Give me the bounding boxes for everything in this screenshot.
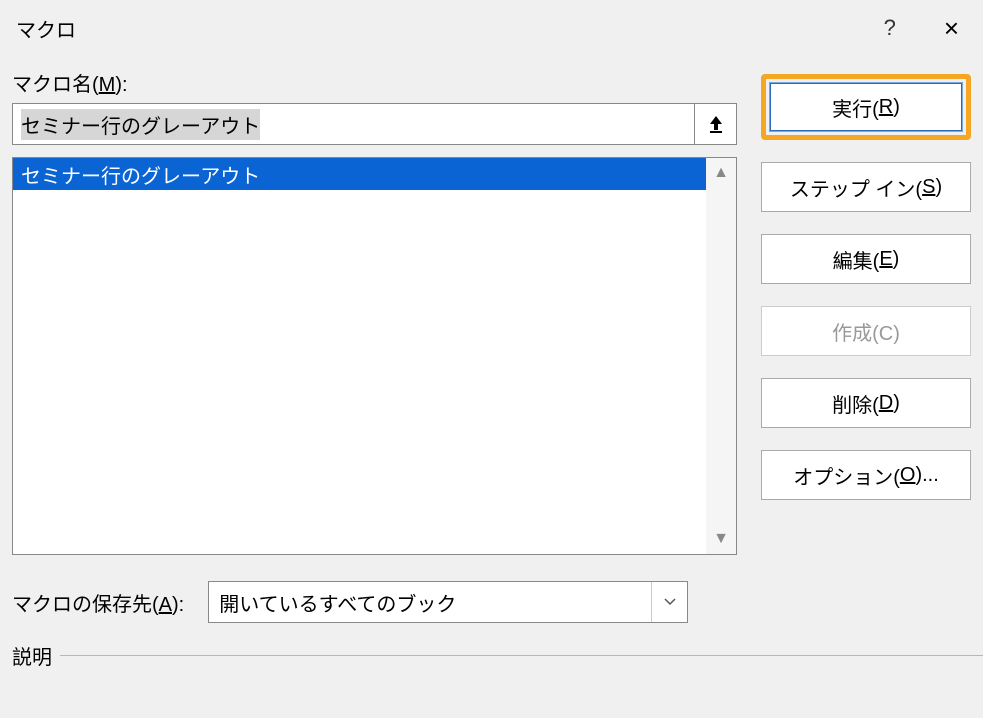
title-bar: マクロ ? × xyxy=(0,0,983,56)
btn-accel: O xyxy=(900,464,916,487)
chevron-down-icon xyxy=(651,582,687,622)
btn-accel: E xyxy=(879,248,892,271)
btn-text: オプション( xyxy=(793,461,900,490)
macro-name-value: セミナー行のグレーアウト xyxy=(21,109,260,140)
description-label: 説明 xyxy=(12,641,52,670)
options-button[interactable]: オプション(O)... xyxy=(761,450,971,500)
btn-accel: S xyxy=(922,176,935,199)
list-item[interactable]: セミナー行のグレーアウト xyxy=(13,158,706,190)
btn-text: ) xyxy=(893,392,900,415)
macro-name-row: セミナー行のグレーアウト xyxy=(12,103,737,145)
close-icon[interactable]: × xyxy=(944,15,959,41)
select-value: 開いているすべてのブック xyxy=(219,588,456,617)
run-button[interactable]: 実行(R) xyxy=(770,83,962,131)
dialog-title: マクロ xyxy=(16,14,76,43)
btn-text: ) xyxy=(893,248,900,271)
right-column: 実行(R) ステップ イン(S) 編集(E) 作成(C) 削除(D) オプション… xyxy=(761,68,971,555)
step-in-button[interactable]: ステップ イン(S) xyxy=(761,162,971,212)
label-text: ): xyxy=(115,74,127,96)
scroll-up-icon[interactable]: ▲ xyxy=(713,164,729,182)
label-text: マクロの保存先( xyxy=(12,594,159,616)
macro-name-input[interactable]: セミナー行のグレーアウト xyxy=(12,103,695,145)
upload-button[interactable] xyxy=(695,103,737,145)
btn-text: 削除( xyxy=(832,389,879,418)
btn-text: ステップ イン( xyxy=(790,173,922,202)
scroll-down-icon[interactable]: ▼ xyxy=(713,530,729,548)
macro-name-label: マクロ名(M): xyxy=(12,68,737,97)
description-row: 説明 xyxy=(12,641,971,670)
btn-text: ) xyxy=(893,96,900,119)
btn-text: ) xyxy=(935,176,942,199)
description-divider xyxy=(60,655,983,656)
bottom-area: マクロの保存先(A): 開いているすべてのブック 説明 xyxy=(0,555,983,670)
run-button-highlight: 実行(R) xyxy=(761,74,971,140)
save-dest-select[interactable]: 開いているすべてのブック xyxy=(208,581,688,623)
label-accel: M xyxy=(99,74,116,96)
btn-accel: R xyxy=(879,96,893,119)
btn-text: )... xyxy=(915,464,938,487)
save-dest-label: マクロの保存先(A): xyxy=(12,588,184,617)
listbox-items: セミナー行のグレーアウト xyxy=(13,158,706,554)
save-dest-row: マクロの保存先(A): 開いているすべてのブック xyxy=(12,581,971,623)
create-button: 作成(C) xyxy=(761,306,971,356)
btn-text: 実行( xyxy=(832,93,879,122)
edit-button[interactable]: 編集(E) xyxy=(761,234,971,284)
btn-text: 編集( xyxy=(833,245,880,274)
label-text: マクロ名( xyxy=(12,74,99,96)
arrow-up-icon xyxy=(707,114,725,134)
label-accel: A xyxy=(159,594,172,616)
macro-listbox[interactable]: セミナー行のグレーアウト ▲ ▼ xyxy=(12,157,737,555)
left-column: マクロ名(M): セミナー行のグレーアウト セミナー行のグレーアウト ▲ ▼ xyxy=(12,68,737,555)
help-icon[interactable]: ? xyxy=(884,15,896,41)
label-text: ): xyxy=(172,594,184,616)
titlebar-actions: ? × xyxy=(884,15,967,41)
listbox-scrollbar[interactable]: ▲ ▼ xyxy=(706,158,736,554)
delete-button[interactable]: 削除(D) xyxy=(761,378,971,428)
btn-accel: D xyxy=(879,392,893,415)
content-area: マクロ名(M): セミナー行のグレーアウト セミナー行のグレーアウト ▲ ▼ xyxy=(0,56,983,555)
